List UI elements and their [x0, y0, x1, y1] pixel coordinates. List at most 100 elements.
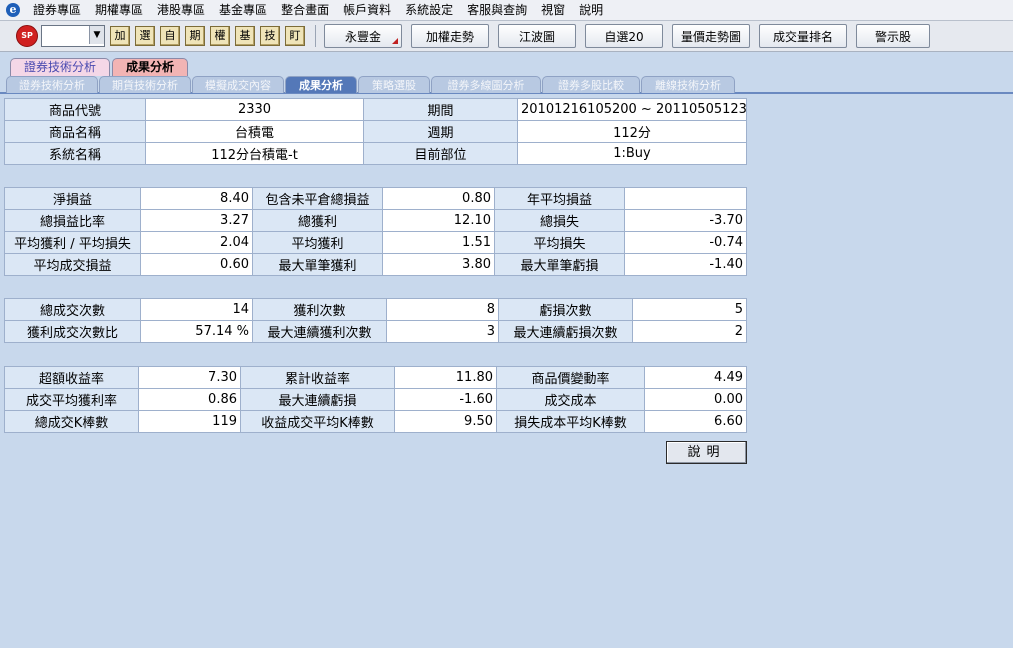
- quick-buttons: 加選自期權基技盯: [105, 26, 305, 46]
- sp-logo-button[interactable]: SP: [16, 25, 38, 47]
- inner-tab[interactable]: 成果分析: [285, 76, 357, 93]
- toolbar-button[interactable]: 永豐金: [324, 24, 402, 48]
- menu-item[interactable]: 客服與查詢: [460, 0, 534, 20]
- quick-button[interactable]: 自: [160, 26, 180, 46]
- stat-label: 總成交次數: [4, 298, 141, 321]
- stat-value: 3: [386, 320, 499, 343]
- quick-button[interactable]: 權: [210, 26, 230, 46]
- table-row: 平均成交損益 0.60 最大單筆獲利 3.80 最大單筆虧損 -1.40: [4, 253, 747, 276]
- stat-label: 最大單筆虧損: [494, 253, 625, 276]
- inner-tab[interactable]: 證券技術分析: [6, 76, 98, 93]
- stat-value: 11.80: [394, 366, 497, 389]
- stat-value: 57.14 %: [140, 320, 253, 343]
- toolbar-button-label: 成交量排名: [772, 29, 833, 44]
- inner-tab[interactable]: 證券多線圖分析: [431, 76, 541, 93]
- stat-value: 4.49: [644, 366, 747, 389]
- inner-tabs: 證券技術分析 期貨技術分析 模擬成交內容 成果分析 策略選股 證券多線圖分析 證券多股比較離…: [0, 76, 1013, 94]
- stat-label: 超額收益率: [4, 366, 139, 389]
- table-row: 獲利成交次數比 57.14 % 最大連續獲利次數 3 最大連續虧損次數 2: [4, 320, 747, 343]
- stat-label: 成交平均獲利率: [4, 388, 139, 411]
- stat-label: 淨損益: [4, 187, 141, 210]
- chevron-down-icon[interactable]: ▼: [89, 26, 104, 44]
- stat-value: 14: [140, 298, 253, 321]
- toolbar-button[interactable]: 自選20: [585, 24, 663, 48]
- toolbar-button[interactable]: 警示股: [856, 24, 930, 48]
- stat-value: 0.00: [644, 388, 747, 411]
- inner-tab[interactable]: 策略選股: [358, 76, 430, 93]
- toolbar-button[interactable]: 加權走勢: [411, 24, 489, 48]
- menu-item[interactable]: 期權專區: [88, 0, 150, 20]
- toolbar-divider: [315, 25, 316, 47]
- stat-value: 7.30: [138, 366, 241, 389]
- table-row: 平均獲利 / 平均損失 2.04 平均獲利 1.51 平均損失 -0.74: [4, 231, 747, 254]
- quick-button[interactable]: 技: [260, 26, 280, 46]
- inner-tab[interactable]: 模擬成交內容: [192, 76, 284, 93]
- stat-label: 年平均損益: [494, 187, 625, 210]
- toolbar-button[interactable]: 江波圖: [498, 24, 576, 48]
- inner-tab[interactable]: 期貨技術分析: [99, 76, 191, 93]
- info-table: 商品代號 2330 期間 20101216105200 ~ 2011050512…: [4, 98, 747, 165]
- cycle-value: 112分: [517, 120, 747, 143]
- table-row: 總損益比率 3.27 總獲利 12.10 總損失 -3.70: [4, 209, 747, 232]
- system-name-label: 系統名稱: [4, 142, 146, 165]
- toolbar-button[interactable]: 量價走勢圖: [672, 24, 750, 48]
- period-value: 20101216105200 ~ 20110505123600: [517, 98, 747, 121]
- position-label: 目前部位: [363, 142, 518, 165]
- toolbar-button[interactable]: 成交量排名: [759, 24, 847, 48]
- period-label: 期間: [363, 98, 518, 121]
- stat-value: 12.10: [382, 209, 495, 232]
- stat-value: -1.40: [624, 253, 747, 276]
- help-button[interactable]: 說明: [666, 441, 747, 464]
- menu-item[interactable]: 港股專區: [150, 0, 212, 20]
- stat-label: 最大連續虧損: [240, 388, 395, 411]
- symbol-combo[interactable]: ▼: [41, 25, 105, 47]
- app-logo-icon: e: [6, 3, 20, 17]
- stat-value: [624, 187, 747, 210]
- outer-tab[interactable]: 成果分析: [112, 58, 189, 76]
- dropdown-indicator-icon: [392, 38, 398, 44]
- quick-button[interactable]: 加: [110, 26, 130, 46]
- quick-button[interactable]: 基: [235, 26, 255, 46]
- outer-tabs: 證券技術分析 成果分析: [10, 58, 190, 76]
- stat-value: -3.70: [624, 209, 747, 232]
- outer-tab[interactable]: 證券技術分析: [10, 58, 111, 76]
- menu-item[interactable]: 證券專區: [26, 0, 88, 20]
- inner-tab[interactable]: 離線技術分析: [641, 76, 735, 93]
- menu-item[interactable]: 視窗: [534, 0, 572, 20]
- table-row: 超額收益率 7.30 累計收益率 11.80 商品價變動率 4.49: [4, 366, 747, 389]
- menu-item[interactable]: 說明: [572, 0, 610, 20]
- toolbar-button-label: 加權走勢: [425, 29, 474, 44]
- quick-button[interactable]: 期: [185, 26, 205, 46]
- stat-label: 最大單筆獲利: [252, 253, 383, 276]
- stat-value: 2: [632, 320, 747, 343]
- stat-value: 119: [138, 410, 241, 433]
- stat-value: 8: [386, 298, 499, 321]
- menu-item[interactable]: 整合畫面: [274, 0, 336, 20]
- stat-value: 9.50: [394, 410, 497, 433]
- stat-label: 商品價變動率: [496, 366, 645, 389]
- menu-item[interactable]: 帳戶資料: [336, 0, 398, 20]
- cycle-label: 週期: [363, 120, 518, 143]
- stat-value: 3.80: [382, 253, 495, 276]
- menu-items: 證券專區 期權專區 港股專區 基金專區 整合畫面 帳戶資料 系統設定 客服與查詢 視窗 說明: [26, 0, 610, 20]
- stat-label: 總成交K棒數: [4, 410, 139, 433]
- inner-tab[interactable]: 證券多股比較: [542, 76, 640, 93]
- menu-item[interactable]: 基金專區: [212, 0, 274, 20]
- trades-table: 總成交次數 14 獲利次數 8 虧損次數 5 獲利成交次數比 57.14 % 最大連續獲利次數 3…: [4, 298, 747, 343]
- stat-label: 成交成本: [496, 388, 645, 411]
- toolbar-button-label: 警示股: [874, 29, 911, 44]
- quick-button[interactable]: 盯: [285, 26, 305, 46]
- returns-table: 超額收益率 7.30 累計收益率 11.80 商品價變動率 4.49 成交平均獲利率 0.86…: [4, 366, 747, 433]
- stat-label: 平均獲利 / 平均損失: [4, 231, 141, 254]
- stat-label: 最大連續虧損次數: [498, 320, 633, 343]
- toolbar-button-label: 永豐金: [344, 29, 381, 44]
- stat-value: 0.80: [382, 187, 495, 210]
- toolbar: SP ▼ 加選自期權基技盯 永豐金 加權走勢 江波圖 自選20 量價走勢圖 成交量排名 警示…: [0, 21, 1013, 52]
- quick-button[interactable]: 選: [135, 26, 155, 46]
- stat-label: 總損益比率: [4, 209, 141, 232]
- table-row: 總成交次數 14 獲利次數 8 虧損次數 5: [4, 298, 747, 321]
- stat-label: 累計收益率: [240, 366, 395, 389]
- menu-item[interactable]: 系統設定: [398, 0, 460, 20]
- toolbar-button-label: 江波圖: [518, 29, 555, 44]
- stat-label: 平均獲利: [252, 231, 383, 254]
